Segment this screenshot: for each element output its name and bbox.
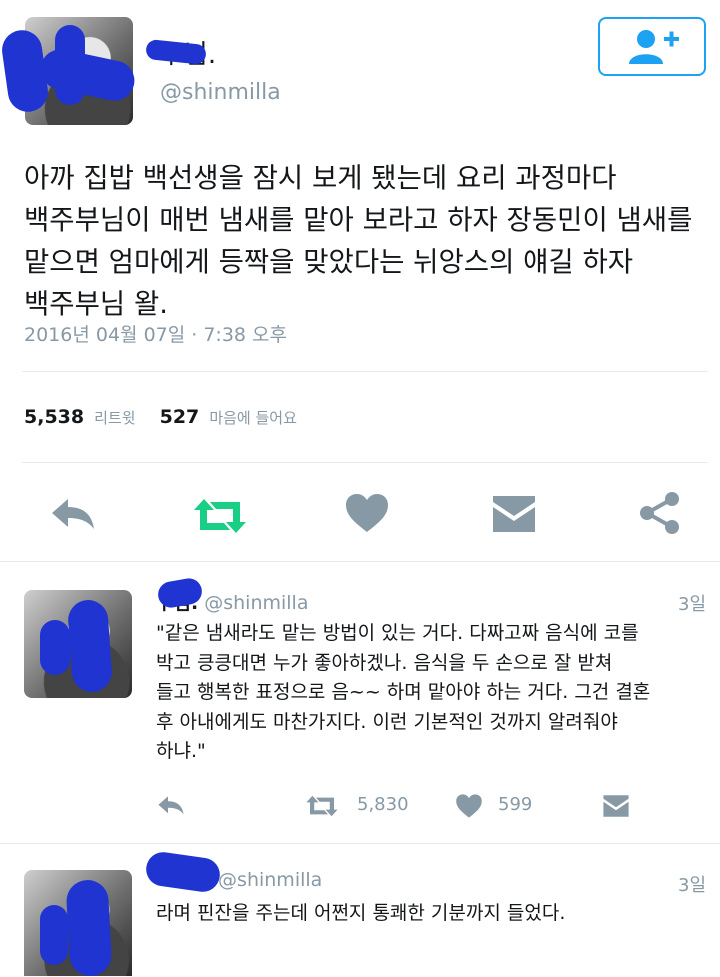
reply-time[interactable]: 3일 [678, 590, 706, 616]
heart-icon[interactable] [344, 492, 390, 534]
reply-handle[interactable]: @shinmilla [218, 869, 322, 891]
heart-icon[interactable] [455, 793, 483, 819]
user-handle[interactable]: @shinmilla [160, 80, 281, 105]
reply-text: 라며 핀잔을 주는데 어쩐지 통쾌한 기분까지 들었다. [156, 902, 566, 924]
follow-button[interactable] [598, 17, 706, 76]
retweet-count-label[interactable]: 리트윗 [94, 409, 135, 427]
redaction-scribble [40, 620, 70, 675]
share-icon[interactable] [638, 491, 682, 535]
reply-icon[interactable] [48, 495, 98, 535]
divider [0, 561, 720, 562]
dm-icon[interactable] [602, 794, 630, 818]
add-user-icon [629, 30, 679, 64]
dm-icon[interactable] [491, 494, 537, 534]
redaction-scribble [66, 598, 114, 694]
redaction-scribble [55, 25, 85, 105]
retweet-count[interactable]: 5,538 [24, 406, 84, 428]
reply-icon[interactable] [156, 794, 186, 818]
divider [22, 371, 708, 372]
divider [22, 462, 708, 463]
divider [0, 843, 720, 844]
reply-retweet-count: 5,830 [357, 794, 409, 815]
tweet-stats: 5,538 리트윗 527 마음에 들어요 [24, 406, 297, 428]
retweet-icon[interactable] [304, 794, 340, 818]
reply-like-count: 599 [498, 794, 533, 815]
redaction-scribble [40, 905, 68, 965]
tweet-text: 아까 집밥 백선생을 잠시 보게 됐는데 요리 과정마다 백주부님이 매번 냄새… [24, 162, 693, 320]
tweet-timestamp[interactable]: 2016년 04월 07일 · 7:38 오후 [24, 320, 287, 347]
reply-handle[interactable]: @shinmilla [204, 592, 308, 614]
redaction-scribble [65, 878, 113, 977]
like-count[interactable]: 527 [160, 406, 200, 428]
reply-time[interactable]: 3일 [678, 871, 706, 897]
like-count-label[interactable]: 마음에 들어요 [209, 409, 297, 427]
reply-text: "같은 냄새라도 맡는 방법이 있는 거다. 다짜고짜 음식에 코를 박고 킁킁… [156, 622, 651, 762]
retweet-icon[interactable] [190, 496, 250, 536]
